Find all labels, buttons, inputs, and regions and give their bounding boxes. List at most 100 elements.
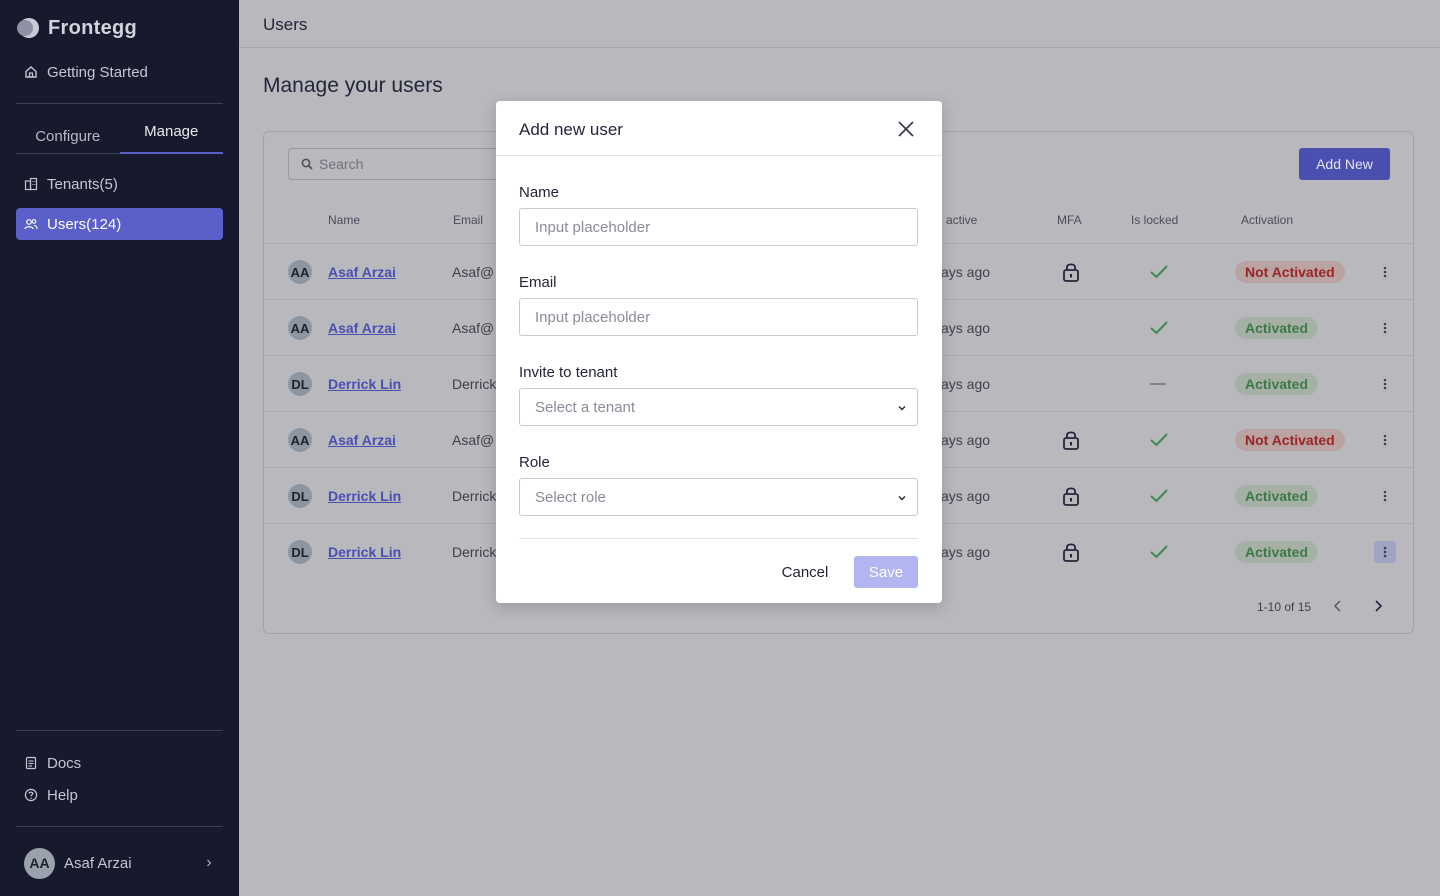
last-active: ays ago	[941, 320, 991, 336]
current-user-menu[interactable]: AA Asaf Arzai	[24, 847, 214, 879]
save-button[interactable]: Save	[854, 556, 918, 588]
row-menu-button[interactable]	[1374, 317, 1396, 339]
user-email: Derrick	[452, 376, 497, 392]
frontegg-logo-icon	[17, 18, 39, 38]
lock-icon	[1063, 263, 1079, 282]
chevron-left-icon[interactable]	[1330, 598, 1346, 614]
column-header-is-locked[interactable]: Is locked	[1131, 213, 1178, 227]
lock-icon	[1063, 431, 1079, 450]
status-badge: Activated	[1235, 373, 1319, 395]
last-active: ays ago	[941, 432, 991, 448]
tab-manage[interactable]: Manage	[119, 116, 223, 154]
add-new-button[interactable]: Add New	[1299, 148, 1390, 180]
sidebar-item-label: Getting Started	[47, 63, 148, 81]
row-menu-button[interactable]	[1374, 261, 1396, 283]
sidebar: Frontegg Getting Started Configure Manag…	[0, 0, 239, 896]
modal-divider	[519, 538, 918, 539]
tab-configure[interactable]: Configure	[16, 116, 120, 153]
sidebar-item-label: Docs	[47, 754, 82, 772]
search-input[interactable]: Search	[288, 148, 528, 180]
row-menu-button[interactable]	[1374, 429, 1396, 451]
name-label: Name	[519, 184, 560, 201]
status-badge: Activated	[1235, 485, 1319, 507]
search-icon	[301, 158, 313, 170]
avatar: DL	[288, 540, 312, 564]
chevron-right-icon[interactable]	[1370, 598, 1386, 614]
locked-cell	[1149, 468, 1169, 524]
locked-cell	[1149, 244, 1169, 300]
tenant-select[interactable]: Select a tenant	[519, 388, 918, 426]
locked-cell	[1149, 356, 1167, 412]
tenant-select-placeholder: Select a tenant	[535, 398, 636, 416]
status-badge: Activated	[1235, 317, 1319, 339]
avatar: AA	[288, 316, 312, 340]
user-email: Asaf@	[452, 432, 495, 448]
status-badge: Not Activated	[1235, 429, 1345, 451]
brand-name: Frontegg	[48, 16, 138, 39]
sidebar-divider	[16, 730, 223, 731]
avatar: AA	[288, 428, 312, 452]
name-field[interactable]	[519, 208, 918, 246]
mfa-cell	[1061, 412, 1081, 468]
row-menu-button[interactable]	[1374, 541, 1396, 563]
help-icon	[24, 788, 38, 802]
user-name-link[interactable]: Asaf Arzai	[328, 320, 396, 336]
check-icon	[1150, 545, 1168, 559]
check-icon	[1150, 321, 1168, 335]
building-icon	[24, 177, 38, 191]
more-vertical-icon	[1383, 546, 1387, 558]
home-icon	[25, 66, 37, 78]
sidebar-item-docs[interactable]: Docs	[16, 747, 223, 779]
sidebar-divider	[16, 103, 223, 104]
check-icon	[1150, 489, 1168, 503]
document-icon	[25, 756, 37, 770]
column-header-email[interactable]: Email	[453, 213, 483, 227]
user-email: Asaf@	[452, 320, 495, 336]
close-icon[interactable]	[896, 119, 916, 139]
sidebar-item-tenants[interactable]: Tenants(5)	[16, 168, 223, 200]
sidebar-item-label: Help	[47, 786, 78, 804]
user-name-link[interactable]: Derrick Lin	[328, 544, 401, 560]
email-field[interactable]	[519, 298, 918, 336]
avatar: DL	[288, 484, 312, 508]
sidebar-item-getting-started[interactable]: Getting Started	[16, 56, 223, 88]
add-user-modal: Add new user Name Email Invite to tenant…	[496, 101, 942, 603]
role-select[interactable]: Select role	[519, 478, 918, 516]
row-menu-button[interactable]	[1374, 485, 1396, 507]
user-name-link[interactable]: Derrick Lin	[328, 488, 401, 504]
locked-cell	[1149, 524, 1169, 580]
column-header-activation[interactable]: Activation	[1241, 213, 1293, 227]
header-title: Users	[263, 15, 308, 34]
more-vertical-icon	[1383, 490, 1387, 502]
lock-icon	[1063, 487, 1079, 506]
row-menu-button[interactable]	[1374, 373, 1396, 395]
check-icon	[1150, 433, 1168, 447]
brand[interactable]: Frontegg	[16, 16, 137, 40]
avatar: AA	[288, 260, 312, 284]
column-header-name[interactable]: Name	[328, 213, 360, 227]
status-badge: Not Activated	[1235, 261, 1345, 283]
more-vertical-icon	[1383, 378, 1387, 390]
cancel-button[interactable]: Cancel	[776, 556, 834, 588]
role-select-placeholder: Select role	[535, 488, 606, 506]
column-header-last-active[interactable]: active	[946, 213, 977, 227]
user-name-link[interactable]: Derrick Lin	[328, 376, 401, 392]
email-label: Email	[519, 274, 557, 291]
mfa-cell	[1061, 244, 1081, 300]
column-header-mfa[interactable]: MFA	[1057, 213, 1082, 227]
last-active: ays ago	[941, 544, 991, 560]
more-vertical-icon	[1383, 434, 1387, 446]
current-user-name: Asaf Arzai	[64, 854, 132, 872]
last-active: ays ago	[941, 488, 991, 504]
mfa-cell	[1061, 468, 1081, 524]
user-name-link[interactable]: Asaf Arzai	[328, 432, 396, 448]
modal-header: Add new user	[496, 101, 942, 156]
user-email: Derrick	[452, 488, 497, 504]
sidebar-item-help[interactable]: Help	[16, 779, 223, 811]
user-name-link[interactable]: Asaf Arzai	[328, 264, 396, 280]
chevron-right-icon	[207, 859, 212, 867]
lock-icon	[1063, 543, 1079, 562]
sidebar-item-users[interactable]: Users(124)	[16, 208, 223, 240]
sidebar-item-label: Tenants(5)	[47, 175, 118, 193]
tenant-label: Invite to tenant	[519, 364, 618, 381]
